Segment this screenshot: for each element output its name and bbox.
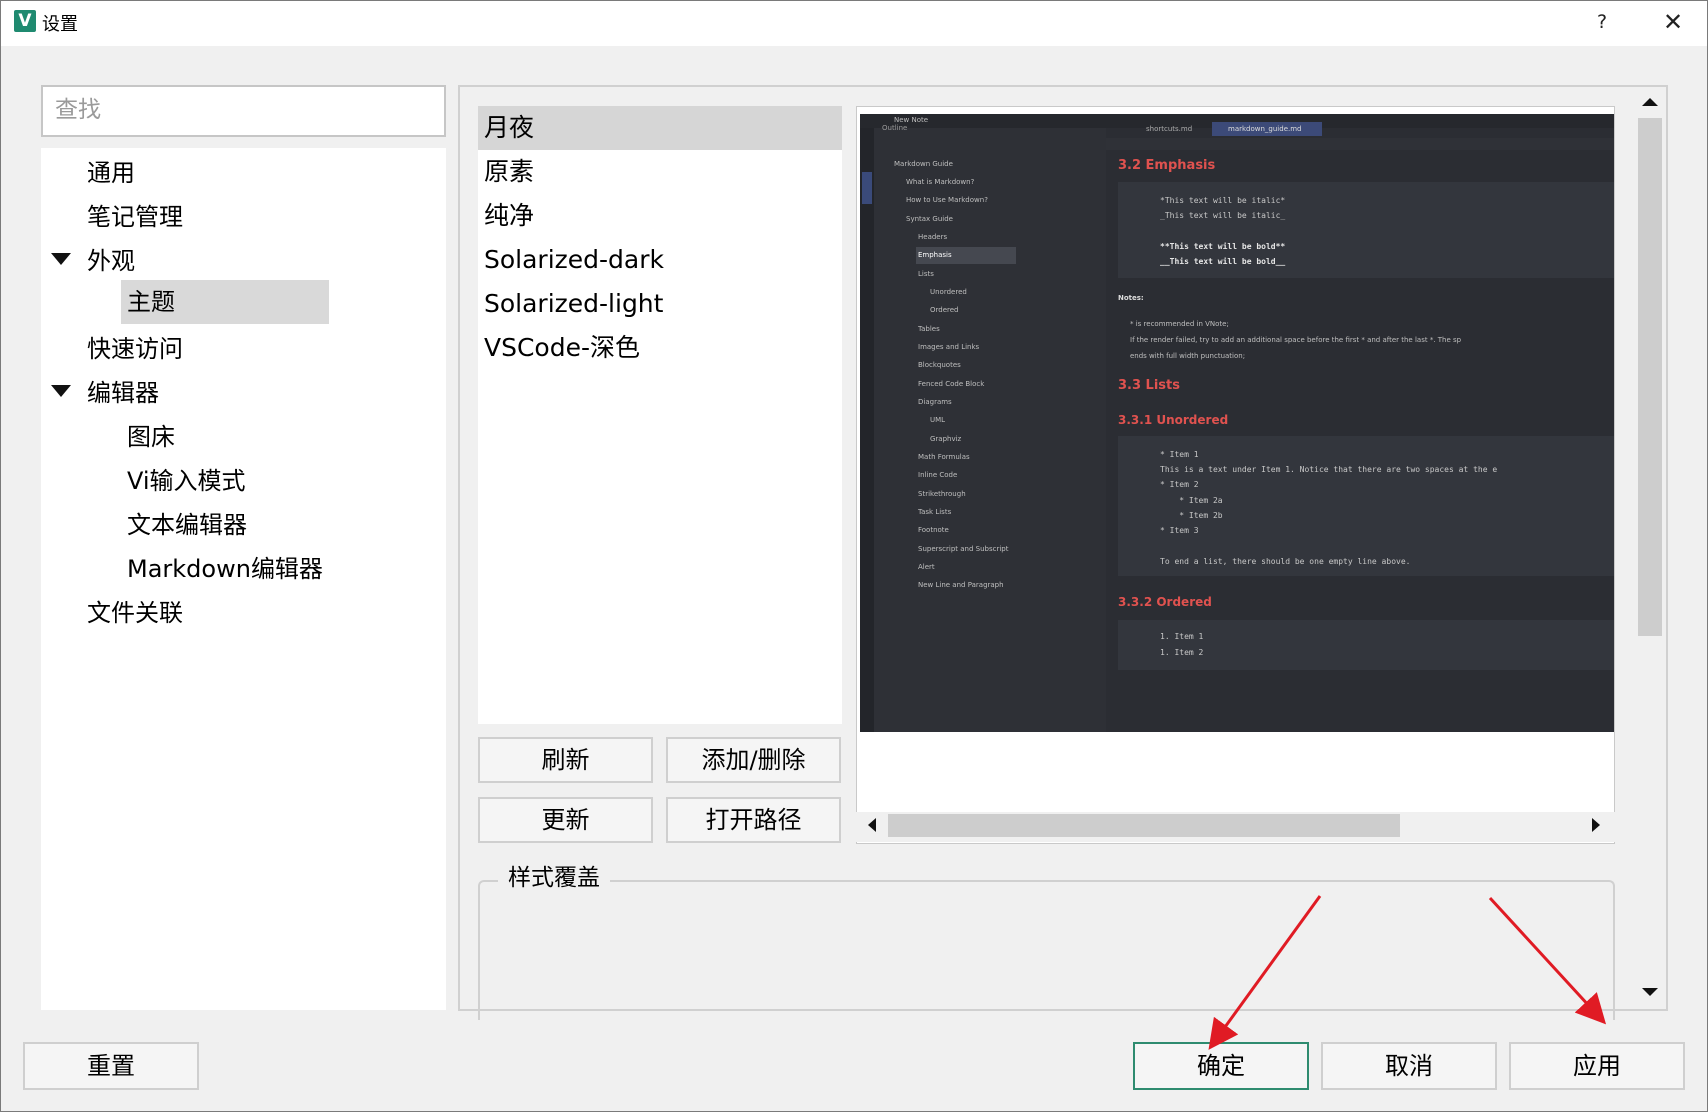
preview-notes-label: Notes: [1118,294,1144,302]
search-input[interactable]: 查找 [41,85,446,137]
preview-heading: 3.3.1 Unordered [1118,413,1229,427]
preview-outline-entry: Ordered [930,306,959,314]
theme-preview-image: New Note Outline shortcuts.md markdown_g… [860,114,1614,732]
apply-button[interactable]: 应用 [1509,1042,1685,1090]
help-button[interactable]: ? [1590,8,1614,36]
preview-outline-entry: New Line and Paragraph [918,581,1004,589]
preview-outline-entry: Alert [918,563,935,571]
preview-code-line: * Item 2a [1160,496,1223,505]
preview-outline-label: Outline [882,124,908,132]
preview-code-line: * Item 1 [1160,450,1199,459]
preview-code-line: *This text will be italic* [1160,196,1286,205]
scroll-left-icon[interactable] [868,818,876,832]
preview-heading: 3.2 Emphasis [1118,158,1216,173]
update-button[interactable]: 更新 [478,797,653,843]
preview-heading: 3.3 Lists [1118,378,1180,393]
preview-code-line: _This text will be italic_ [1160,211,1286,220]
theme-item[interactable]: Solarized-light [478,282,842,326]
open-path-button[interactable]: 打开路径 [666,797,841,843]
scroll-right-icon[interactable] [1592,818,1600,832]
preview-outline-entry: Tables [918,325,940,333]
preview-code-line: 1. Item 2 [1160,648,1204,657]
preview-toolbar-label: New Note [894,116,929,124]
preview-outline-entry: Markdown Guide [894,160,953,168]
theme-item[interactable]: 月夜 [478,106,842,150]
preview-outline-entry: Superscript and Subscript [918,545,1009,553]
nav-item-appearance[interactable]: 外观 [87,239,135,283]
theme-item[interactable]: VSCode-深色 [478,326,842,370]
nav-item-quick-access[interactable]: 快速访问 [87,327,183,371]
nav-item-vi-mode[interactable]: Vi输入模式 [127,459,246,503]
reset-button[interactable]: 重置 [23,1042,199,1090]
preview-outline-entry: Headers [918,233,948,241]
preview-outline-entry: Strikethrough [918,490,966,498]
preview-note: ends with full width punctuation; [1130,352,1246,360]
expand-caret-icon[interactable] [51,385,71,397]
nav-item-markdown-editor[interactable]: Markdown编辑器 [127,547,323,591]
preview-outline-entry: Emphasis [918,251,952,259]
cancel-button[interactable]: 取消 [1321,1042,1497,1090]
preview-code-line: * Item 3 [1160,526,1199,535]
preview-outline-entry: How to Use Markdown? [906,196,988,204]
vertical-scrollbar-thumb[interactable] [1638,118,1662,636]
title-bar [0,0,1708,46]
theme-item[interactable]: 原素 [478,150,842,194]
nav-item-editor[interactable]: 编辑器 [87,371,159,415]
preview-tab: shortcuts.md [1146,125,1193,133]
scrollbar-thumb[interactable] [888,814,1400,837]
preview-code-line: To end a list, there should be one empty… [1160,557,1411,566]
nav-item-text-editor[interactable]: 文本编辑器 [127,503,247,547]
preview-code-line: 1. Item 1 [1160,632,1204,641]
preview-outline-entry: What is Markdown? [906,178,975,186]
preview-outline-entry: Unordered [930,288,967,296]
scroll-down-icon[interactable] [1642,988,1658,996]
preview-outline-entry: Task Lists [918,508,952,516]
nav-item-image-host[interactable]: 图床 [127,415,175,459]
preview-outline-entry: Blockquotes [918,361,961,369]
preview-outline-entry: Inline Code [918,471,958,479]
preview-outline-entry: Images and Links [918,343,980,351]
preview-code-line: **This text will be bold** [1160,242,1286,251]
preview-code-line: * Item 2 [1160,480,1199,489]
preview-heading: 3.3.2 Ordered [1118,595,1212,609]
preview-note: * is recommended in VNote; [1130,320,1229,328]
refresh-button[interactable]: 刷新 [478,737,653,783]
nav-item-file-assoc[interactable]: 文件关联 [87,591,183,635]
theme-list[interactable]: 月夜 原素 纯净 Solarized-dark Solarized-light … [478,106,842,724]
theme-item[interactable]: 纯净 [478,194,842,238]
settings-tree: 通用 笔记管理 外观 主题 快速访问 编辑器 图床 Vi输入模式 文本编辑器 M… [41,148,446,1010]
preview-code-line: * Item 2b [1160,511,1223,520]
style-override-group[interactable] [478,880,1615,1020]
preview-outline-entry: UML [930,416,946,424]
nav-item-notes[interactable]: 笔记管理 [87,195,183,239]
preview-outline-entry: Math Formulas [918,453,970,461]
expand-caret-icon[interactable] [51,253,71,265]
ok-button[interactable]: 确定 [1133,1042,1309,1090]
preview-outline-entry: Diagrams [918,398,952,406]
theme-item[interactable]: Solarized-dark [478,238,842,282]
preview-tab: markdown_guide.md [1228,125,1302,133]
close-button[interactable]: ✕ [1658,8,1688,36]
preview-outline-entry: Fenced Code Block [918,380,985,388]
preview-outline-entry: Graphviz [930,435,962,443]
preview-outline-entry: Syntax Guide [906,215,953,223]
nav-item-general[interactable]: 通用 [87,151,135,195]
scroll-up-icon[interactable] [1642,98,1658,106]
preview-outline-entry: Footnote [918,526,949,534]
app-icon: V [14,10,36,32]
preview-outline-entry: Lists [918,270,934,278]
nav-item-theme[interactable]: 主题 [121,280,329,324]
preview-code-line: __This text will be bold__ [1160,257,1286,266]
style-override-title: 样式覆盖 [498,858,610,892]
add-remove-button[interactable]: 添加/删除 [666,737,841,783]
preview-note: If the render failed, try to add an addi… [1130,336,1462,344]
window-title: 设置 [42,14,78,35]
preview-code-line: This is a text under Item 1. Notice that… [1160,465,1498,474]
